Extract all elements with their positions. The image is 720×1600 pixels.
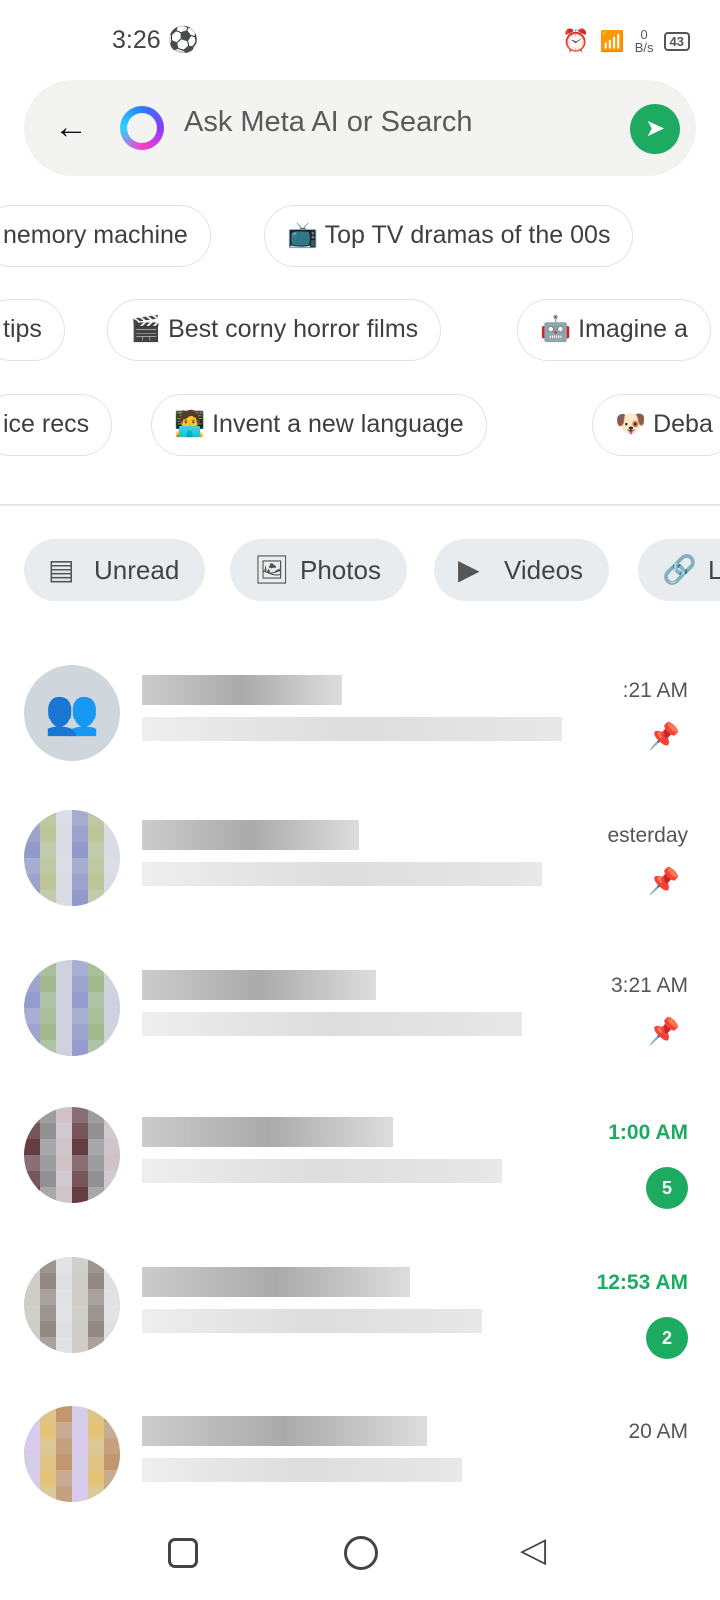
meta-ai-icon (120, 106, 164, 150)
avatar (24, 1107, 120, 1203)
chat-time: 1:00 AM (608, 1121, 688, 1144)
contact-name-redacted (142, 1416, 427, 1446)
chat-list-item[interactable]: 3:21 AM 📌 (0, 950, 720, 1100)
unread-icon: ▤ (48, 554, 75, 585)
filter-photos[interactable]: 🖼 Photos (230, 539, 407, 601)
chat-time: :21 AM (622, 679, 688, 702)
recents-button[interactable] (168, 1538, 198, 1568)
pin-icon: 📌 (647, 1016, 680, 1046)
message-preview-redacted (142, 1458, 462, 1482)
contact-name-redacted (142, 820, 359, 850)
soccer-ball-icon: ⚽ (167, 26, 199, 54)
send-button[interactable]: ➤ (630, 104, 680, 154)
back-button[interactable]: ◁ (520, 1530, 546, 1570)
contact-name-redacted (142, 675, 342, 705)
search-bar[interactable]: ← ➤ (24, 80, 696, 176)
search-input[interactable] (184, 106, 584, 139)
unread-badge: 5 (646, 1167, 688, 1209)
filter-links[interactable]: 🔗 L (638, 539, 720, 601)
suggestion-row: ice recs 🧑‍💻 Invent a new language 🐶 Deb… (0, 394, 720, 458)
avatar (24, 810, 120, 906)
chat-time: 20 AM (628, 1420, 688, 1443)
unread-badge: 2 (646, 1317, 688, 1359)
contact-name-redacted (142, 1117, 393, 1147)
suggestion-chip[interactable]: nemory machine (0, 205, 211, 267)
chat-time: esterday (607, 824, 688, 847)
suggestion-chip[interactable]: 🐶 Deba (592, 394, 720, 456)
suggestion-chip[interactable]: tips (0, 299, 65, 361)
chat-list-item[interactable]: esterday 📌 (0, 800, 720, 950)
avatar (24, 960, 120, 1056)
back-arrow-icon[interactable]: ← (54, 110, 88, 144)
battery-icon: 43 (663, 31, 690, 51)
message-preview-redacted (142, 1159, 502, 1183)
system-nav-bar: ◁ (0, 1530, 720, 1580)
avatar (24, 1257, 120, 1353)
status-bar: 3:26 ⚽ ⏰ 📶 0 B/s 43 (0, 24, 720, 60)
suggestion-row: tips 🎬 Best corny horror films 🤖 Imagine… (0, 299, 720, 363)
chat-list-item[interactable]: 12:53 AM 2 (0, 1247, 720, 1397)
chat-list-item[interactable]: 1:00 AM 5 (0, 1097, 720, 1247)
suggestion-chip[interactable]: 🧑‍💻 Invent a new language (151, 394, 487, 456)
net-speed: 0 B/s (634, 27, 654, 55)
divider (0, 504, 720, 506)
chat-list-item[interactable]: 👥 :21 AM 📌 (0, 655, 720, 805)
status-time: 3:26 ⚽ (112, 26, 199, 54)
avatar (24, 1406, 120, 1502)
suggestion-chip[interactable]: 🤖 Imagine a (517, 299, 711, 361)
filter-videos[interactable]: ▶ Videos (434, 539, 610, 601)
wifi-icon: 📶 (599, 30, 625, 53)
chat-time: 12:53 AM (596, 1271, 688, 1294)
link-icon: 🔗 (662, 554, 697, 585)
suggestion-chip[interactable]: 📺 Top TV dramas of the 00s (264, 205, 634, 267)
avatar: 👥 (24, 665, 120, 761)
message-preview-redacted (142, 862, 542, 886)
message-preview-redacted (142, 1012, 522, 1036)
contact-name-redacted (142, 970, 376, 1000)
message-preview-redacted (142, 1309, 482, 1333)
suggestion-chip[interactable]: ice recs (0, 394, 113, 456)
chat-list-item[interactable]: 20 AM (0, 1396, 720, 1546)
filter-unread[interactable]: ▤ Unread (24, 539, 206, 601)
message-preview-redacted (142, 717, 562, 741)
video-icon: ▶ (458, 554, 480, 585)
pin-icon: 📌 (647, 866, 680, 896)
home-button[interactable] (344, 1536, 378, 1570)
image-icon: 🖼 (254, 554, 290, 585)
suggestion-chip[interactable]: 🎬 Best corny horror films (107, 299, 442, 361)
alarm-icon: ⏰ (562, 28, 590, 53)
pin-icon: 📌 (647, 721, 680, 751)
group-icon: 👥 (44, 688, 100, 737)
chat-time: 3:21 AM (610, 974, 688, 997)
contact-name-redacted (142, 1267, 410, 1297)
suggestion-row: nemory machine 📺 Top TV dramas of the 00… (0, 205, 720, 269)
